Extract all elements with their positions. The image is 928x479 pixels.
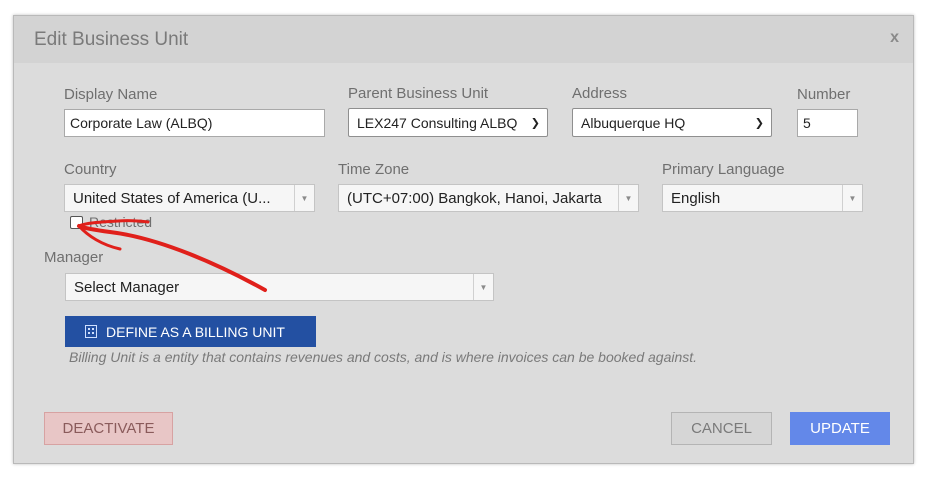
update-button[interactable]: UPDATE [790, 412, 890, 445]
building-icon [85, 325, 97, 338]
address-label: Address [572, 85, 628, 102]
restricted-label: Restricted [89, 214, 153, 230]
dropdown-arrow-icon[interactable]: ▼ [842, 185, 862, 211]
time-zone-value: (UTC+07:00) Bangkok, Hanoi, Jakarta [347, 189, 602, 207]
parent-business-unit-select[interactable]: LEX247 Consulting ALBQ ❯ [348, 108, 548, 137]
primary-language-combobox[interactable]: English ▼ [662, 184, 863, 212]
country-value: United States of America (U... [73, 189, 271, 207]
close-icon[interactable]: x [890, 29, 899, 47]
time-zone-label: Time Zone [338, 161, 410, 178]
display-name-input[interactable]: Corporate Law (ALBQ) [64, 109, 325, 137]
manager-value: Select Manager [74, 278, 180, 296]
cancel-button[interactable]: CANCEL [671, 412, 772, 445]
dropdown-arrow-icon[interactable]: ▼ [618, 185, 638, 211]
parent-business-unit-label: Parent Business Unit [348, 85, 489, 102]
address-value: Albuquerque HQ [581, 114, 686, 131]
country-label: Country [64, 161, 117, 178]
country-combobox[interactable]: United States of America (U... ▼ [64, 184, 315, 212]
number-label: Number [797, 86, 851, 103]
display-name-label: Display Name [64, 86, 158, 103]
billing-unit-note: Billing Unit is a entity that contains r… [69, 349, 698, 365]
restricted-checkbox[interactable] [70, 216, 83, 229]
dropdown-arrow-icon[interactable]: ▼ [294, 185, 314, 211]
dropdown-arrow-icon[interactable]: ▼ [473, 274, 493, 300]
primary-language-label: Primary Language [662, 161, 785, 178]
define-billing-unit-label: DEFINE AS A BILLING UNIT [106, 323, 285, 340]
address-select[interactable]: Albuquerque HQ ❯ [572, 108, 772, 137]
manager-label: Manager [44, 249, 104, 266]
define-billing-unit-button[interactable]: DEFINE AS A BILLING UNIT [65, 316, 316, 347]
deactivate-button[interactable]: DEACTIVATE [44, 412, 173, 445]
time-zone-combobox[interactable]: (UTC+07:00) Bangkok, Hanoi, Jakarta ▼ [338, 184, 639, 212]
parent-business-unit-value: LEX247 Consulting ALBQ [357, 114, 518, 131]
manager-combobox[interactable]: Select Manager ▼ [65, 273, 494, 301]
chevron-down-icon: ❯ [754, 117, 764, 129]
edit-business-unit-dialog: Edit Business Unit x Display Name Corpor… [13, 15, 914, 464]
primary-language-value: English [671, 189, 721, 207]
chevron-down-icon: ❯ [530, 117, 540, 129]
dialog-titlebar: Edit Business Unit x [14, 16, 913, 63]
number-input[interactable]: 5 [797, 109, 858, 137]
dialog-title: Edit Business Unit [34, 29, 189, 50]
